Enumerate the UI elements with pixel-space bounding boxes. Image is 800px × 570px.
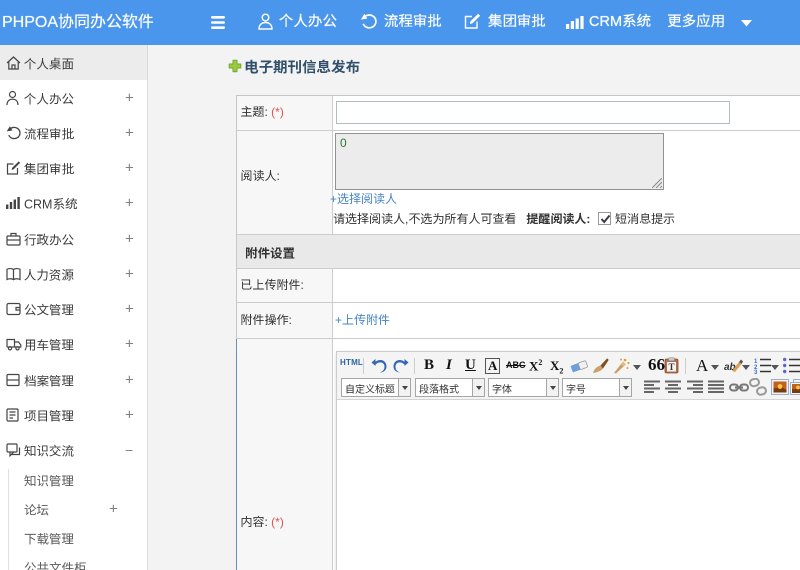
svg-text:T: T bbox=[668, 362, 674, 372]
svg-text:3: 3 bbox=[754, 370, 758, 374]
